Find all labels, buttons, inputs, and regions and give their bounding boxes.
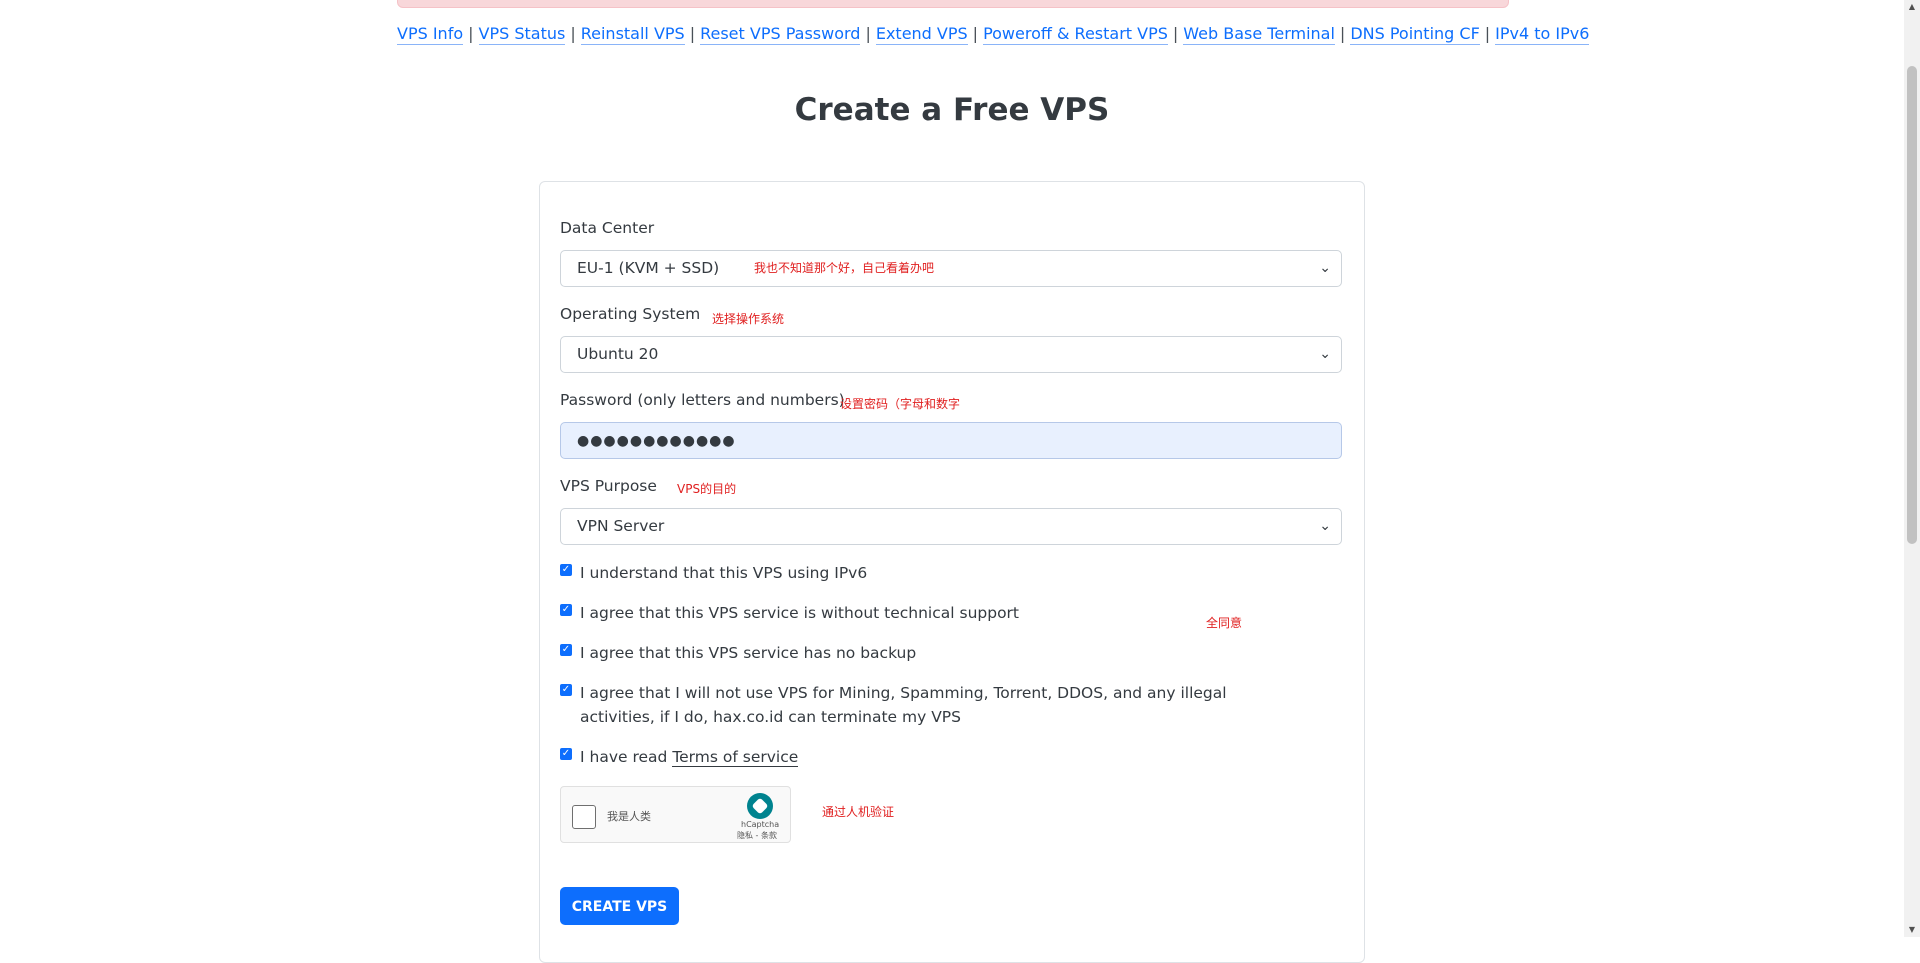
nav-link-poweroff-restart[interactable]: Poweroff & Restart VPS: [983, 24, 1168, 45]
data-center-select[interactable]: EU-1 (KVM + SSD) ⌄: [560, 250, 1342, 287]
scrollbar-thumb[interactable]: [1907, 66, 1917, 544]
os-note: 选择操作系统: [712, 312, 785, 326]
page-title: Create a Free VPS: [794, 92, 1110, 128]
purpose-label: VPS Purpose: [560, 477, 657, 495]
nav-link-ipv4-to-ipv6[interactable]: IPv4 to IPv6: [1495, 24, 1590, 45]
create-vps-button[interactable]: CREATE VPS: [560, 887, 679, 925]
nav-separator: |: [972, 24, 979, 43]
purpose-select[interactable]: VPN Server ⌄: [560, 508, 1342, 545]
checkbox-terms[interactable]: ✓: [560, 748, 572, 760]
nav-separator: |: [468, 24, 474, 43]
nav-link-vps-info[interactable]: VPS Info: [397, 24, 464, 45]
data-center-label: Data Center: [560, 219, 655, 237]
agree-usage-text: I agree that I will not use VPS for Mini…: [580, 684, 1227, 726]
captcha-brand: hCaptcha: [741, 820, 780, 829]
terms-prefix: I have read: [580, 748, 668, 766]
agree-all-note: 全同意: [1206, 616, 1243, 630]
nav-link-reset-vps-password[interactable]: Reset VPS Password: [700, 24, 861, 45]
os-select[interactable]: Ubuntu 20 ⌄: [560, 336, 1342, 373]
nav-link-extend-vps[interactable]: Extend VPS: [875, 24, 968, 45]
captcha-checkbox[interactable]: [572, 805, 596, 829]
nav-link-vps-status[interactable]: VPS Status: [478, 24, 566, 45]
checkbox-ipv6[interactable]: ✓: [560, 564, 572, 576]
nav-link-dns-pointing[interactable]: DNS Pointing CF: [1350, 24, 1480, 45]
hcaptcha-logo-icon: [747, 793, 773, 819]
os-value: Ubuntu 20: [577, 345, 659, 363]
nav-separator: |: [570, 24, 576, 43]
checkbox-no-backup[interactable]: ✓: [560, 644, 572, 656]
password-input[interactable]: ●●●●●●●●●●●●: [560, 422, 1342, 459]
chevron-down-icon: ⌄: [1319, 346, 1331, 362]
alert-banner: [397, 0, 1509, 8]
terms-text: I have read Terms of service: [580, 745, 1300, 769]
agree-ipv6-text: I understand that this VPS using IPv6: [580, 564, 868, 582]
captcha-links[interactable]: 隐私 - 条款: [737, 830, 777, 841]
data-center-note: 我也不知道那个好，自己看着办吧: [754, 261, 935, 275]
password-note: 设置密码（字母和数字: [840, 397, 961, 411]
data-center-value: EU-1 (KVM + SSD): [577, 259, 720, 277]
captcha-label: 我是人类: [607, 810, 651, 823]
nav-link-reinstall-vps[interactable]: Reinstall VPS: [580, 24, 685, 45]
scroll-down-icon[interactable]: ▼: [1904, 923, 1920, 937]
nav-separator: |: [689, 24, 696, 43]
nav-separator: |: [865, 24, 871, 43]
nav-separator: |: [1484, 24, 1491, 43]
captcha-note: 通过人机验证: [822, 805, 895, 819]
terms-link[interactable]: Terms of service: [672, 748, 799, 767]
nav-link-web-terminal[interactable]: Web Base Terminal: [1183, 24, 1335, 45]
os-label: Operating System: [560, 305, 701, 323]
checkbox-no-support[interactable]: ✓: [560, 604, 572, 616]
agree-no-support-text: I agree that this VPS service is without…: [580, 604, 1020, 622]
password-value: ●●●●●●●●●●●●: [577, 433, 736, 449]
chevron-down-icon: ⌄: [1319, 260, 1331, 276]
password-label: Password (only letters and numbers): [560, 391, 845, 409]
agree-no-backup-text: I agree that this VPS service has no bac…: [580, 644, 917, 662]
hcaptcha-widget: 我是人类 hCaptcha 隐私 - 条款: [560, 786, 791, 843]
nav-separator: |: [1172, 24, 1179, 43]
scroll-up-icon[interactable]: ▲: [1904, 0, 1920, 14]
purpose-value: VPN Server: [577, 517, 665, 535]
chevron-down-icon: ⌄: [1319, 518, 1331, 534]
purpose-note: VPS的目的: [677, 482, 737, 496]
top-nav: VPS Info | VPS Status | Reinstall VPS | Reset …: [397, 24, 1590, 45]
nav-separator: |: [1339, 24, 1346, 43]
checkbox-usage[interactable]: ✓: [560, 684, 572, 696]
